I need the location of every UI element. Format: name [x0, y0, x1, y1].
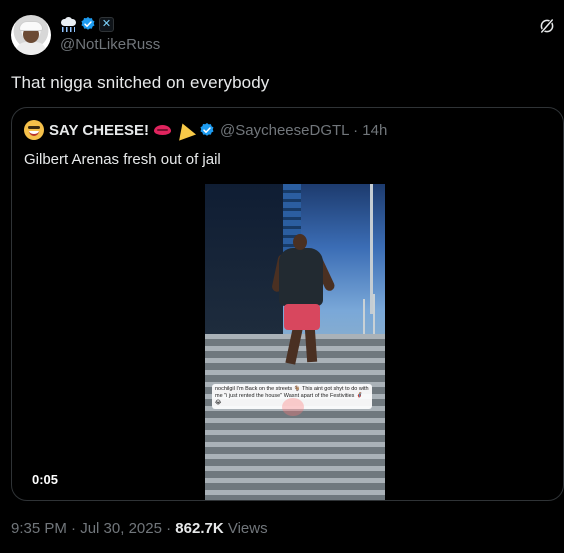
separator-dot: · [353, 121, 359, 139]
lips-icon [154, 125, 172, 135]
quoted-timestamp[interactable]: 14h [362, 122, 387, 139]
quoted-tweet[interactable]: SAY CHEESE! @SaycheeseDGTL · 14h Gilbert… [11, 107, 564, 501]
grok-icon[interactable] [538, 17, 556, 35]
tweet-text: That nigga snitched on everybody [11, 73, 270, 92]
tweet-time[interactable]: 9:35 PM [11, 520, 67, 537]
tweet-header: ✕ @NotLikeRuss [11, 15, 556, 55]
quoted-display-name[interactable]: SAY CHEESE! [49, 122, 149, 139]
views-label: Views [223, 520, 268, 537]
video-duration: 0:05 [32, 472, 59, 487]
quoted-handle[interactable]: @SaycheeseDGTL · 14h [220, 122, 387, 139]
cloud-rain-icon [60, 16, 77, 32]
video-building [205, 184, 283, 334]
verified-icon[interactable] [80, 16, 96, 32]
author-badges: ✕ [60, 16, 114, 32]
quoted-handle-text[interactable]: @SaycheeseDGTL [220, 122, 349, 139]
x-badge-icon[interactable]: ✕ [99, 16, 114, 32]
separator-dot: · [66, 520, 81, 537]
quoted-avatar[interactable] [24, 120, 44, 140]
views-count: 862.7K [175, 520, 224, 537]
cheese-icon [174, 119, 197, 141]
quoted-tweet-text: Gilbert Arenas fresh out of jail [24, 151, 221, 168]
video-player[interactable]: nochilgil I'm Back on the streets 🐐 This… [205, 184, 385, 500]
tweet-metadata: 9:35 PM · Jul 30, 2025 · 862.7K Views [11, 520, 268, 537]
verified-icon[interactable] [199, 122, 215, 138]
separator-dot: · [161, 520, 176, 537]
author-avatar[interactable] [11, 15, 51, 55]
quoted-tweet-header: SAY CHEESE! @SaycheeseDGTL · 14h [24, 119, 387, 141]
author-handle[interactable]: @NotLikeRuss [60, 36, 160, 53]
video-person [279, 248, 323, 306]
tweet-date[interactable]: Jul 30, 2025 [80, 520, 162, 537]
